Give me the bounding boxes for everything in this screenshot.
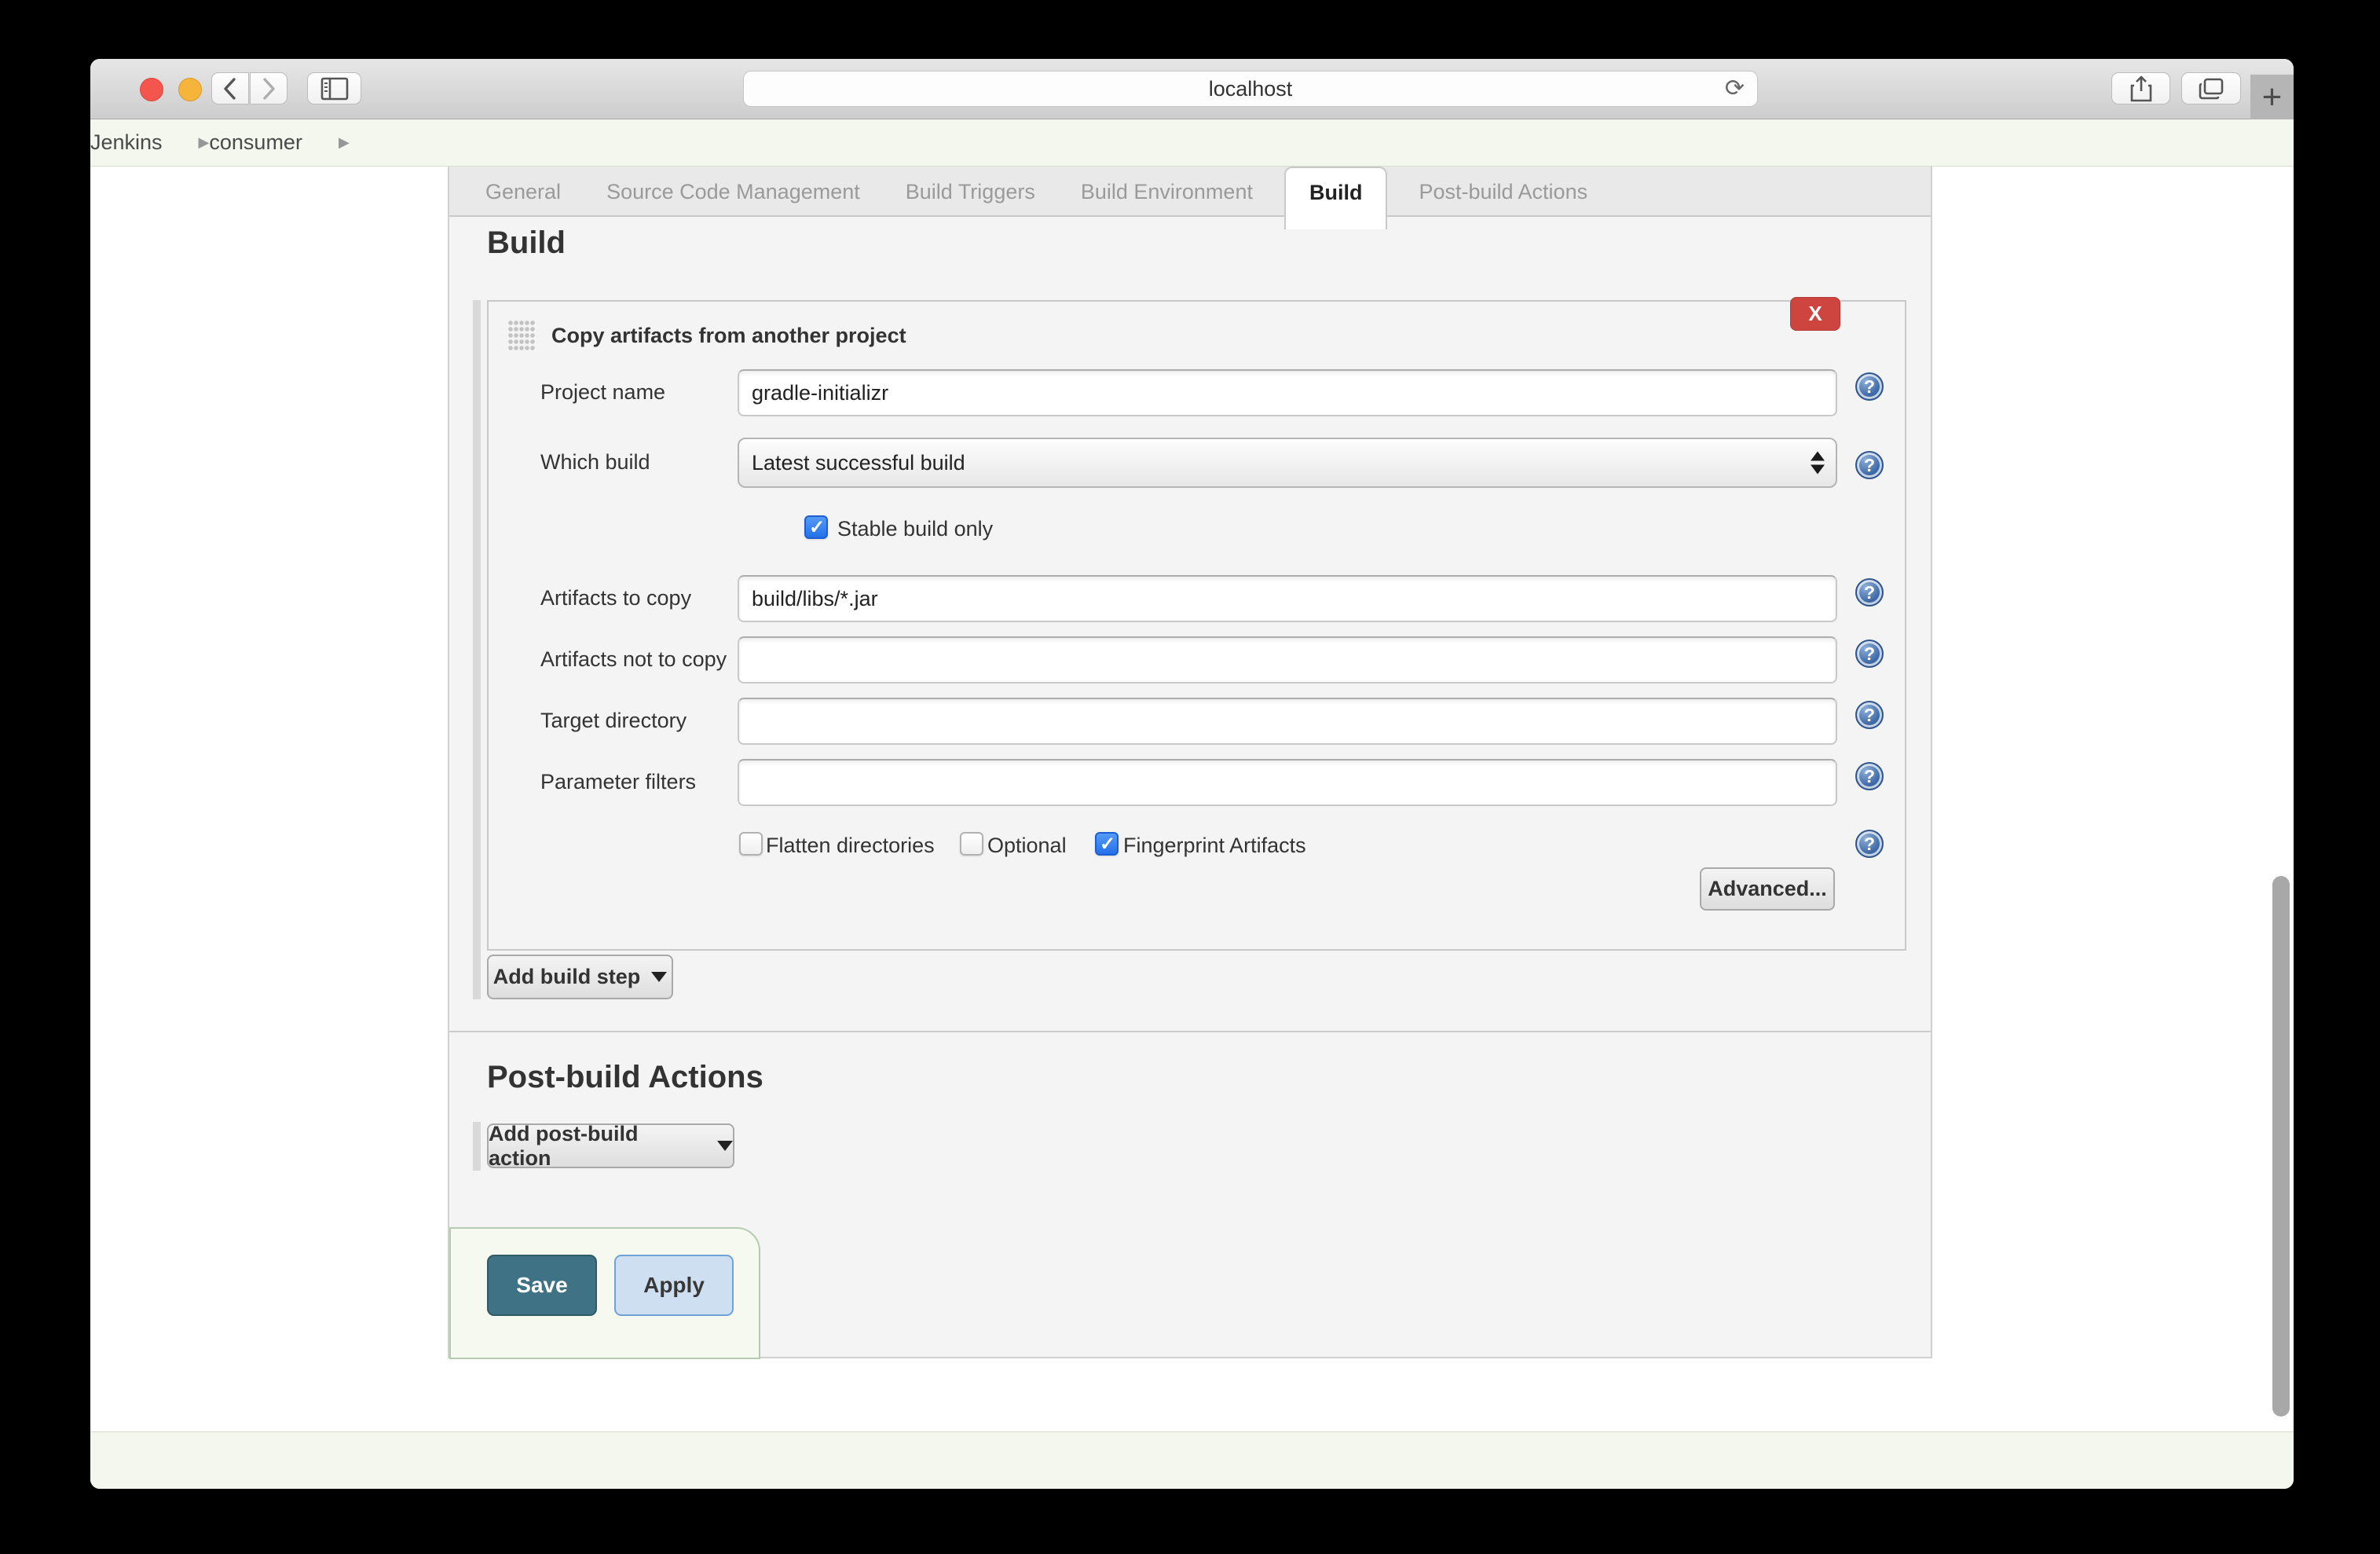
tab-source-code-management[interactable]: Source Code Management xyxy=(606,167,860,217)
sidebar-icon xyxy=(320,77,349,101)
save-button-label: Save xyxy=(516,1273,568,1297)
url-text: localhost xyxy=(1208,76,1293,101)
fingerprint-artifacts-label: Fingerprint Artifacts xyxy=(1123,834,1306,857)
breadcrumb-separator-icon: ▶ xyxy=(338,134,350,150)
project-name-label: Project name xyxy=(540,380,666,404)
help-icon[interactable]: ? xyxy=(1855,372,1884,401)
close-window-button[interactable] xyxy=(140,77,163,101)
minimize-window-button[interactable] xyxy=(178,77,202,101)
breadcrumb-jenkins[interactable]: Jenkins xyxy=(90,130,163,155)
save-button[interactable]: Save xyxy=(487,1255,597,1316)
desktop-background: localhost ⟳ + Jenkins ▶ consumer ▶ Gener… xyxy=(0,0,2380,1554)
config-content-area: General Source Code Management Build Tri… xyxy=(448,167,1932,1358)
drag-handle-icon[interactable] xyxy=(508,321,535,352)
tab-general[interactable]: General xyxy=(485,167,561,217)
tab-build-label: Build xyxy=(1309,181,1363,204)
forward-icon xyxy=(258,77,279,101)
tabs-overview-icon xyxy=(2198,77,2224,101)
vertical-scrollbar[interactable] xyxy=(2272,876,2290,1417)
tab-build-active[interactable]: Build xyxy=(1283,167,1388,229)
help-icon[interactable]: ? xyxy=(1855,762,1884,790)
build-section-heading: Build xyxy=(487,225,566,260)
plus-icon: + xyxy=(2261,77,2283,116)
which-build-value: Latest successful build xyxy=(752,450,965,475)
config-tabbar: General Source Code Management Build Tri… xyxy=(449,167,1931,229)
build-step-title: Copy artifacts from another project xyxy=(551,324,906,347)
post-build-section-heading: Post-build Actions xyxy=(487,1060,763,1094)
save-apply-sticker: Save Apply xyxy=(449,1227,760,1359)
build-step-panel: Copy artifacts from another project X Pr… xyxy=(487,297,1906,951)
target-directory-label: Target directory xyxy=(540,709,687,732)
parameter-filters-label: Parameter filters xyxy=(540,770,697,793)
help-icon[interactable]: ? xyxy=(1855,640,1884,668)
advanced-button[interactable]: Advanced... xyxy=(1700,867,1835,911)
help-icon[interactable]: ? xyxy=(1855,578,1884,607)
stable-build-only-label: Stable build only xyxy=(837,517,994,541)
add-build-step-button[interactable]: Add build step xyxy=(487,955,673,999)
help-icon[interactable]: ? xyxy=(1855,830,1884,858)
delete-build-step-button[interactable]: X xyxy=(1790,297,1840,331)
show-tabs-button[interactable] xyxy=(2181,72,2241,104)
share-icon xyxy=(2130,75,2152,102)
artifacts-not-to-copy-input[interactable] xyxy=(738,636,1837,684)
reload-icon[interactable]: ⟳ xyxy=(1725,75,1745,102)
breadcrumb: Jenkins ▶ consumer ▶ xyxy=(90,119,2294,167)
back-button[interactable] xyxy=(211,72,249,104)
tab-build-triggers[interactable]: Build Triggers xyxy=(906,167,1035,217)
share-button[interactable] xyxy=(2111,72,2170,104)
which-build-select[interactable]: Latest successful build xyxy=(738,438,1837,488)
breadcrumb-consumer[interactable]: consumer xyxy=(209,130,302,155)
optional-checkbox[interactable] xyxy=(960,832,983,856)
apply-button-label: Apply xyxy=(643,1273,705,1297)
browser-window: localhost ⟳ + Jenkins ▶ consumer ▶ Gener… xyxy=(90,59,2294,1489)
back-icon xyxy=(220,77,240,101)
advanced-button-label: Advanced... xyxy=(1708,877,1827,900)
page-body: General Source Code Management Build Tri… xyxy=(90,167,2294,1431)
artifacts-not-to-copy-label: Artifacts not to copy xyxy=(540,647,727,671)
close-x-label: X xyxy=(1808,302,1822,325)
fingerprint-artifacts-checkbox[interactable] xyxy=(1095,832,1119,856)
parameter-filters-input[interactable] xyxy=(738,759,1837,806)
breadcrumb-separator-icon: ▶ xyxy=(198,134,210,150)
project-name-input[interactable] xyxy=(738,369,1837,416)
add-post-build-action-label: Add post-build action xyxy=(489,1121,639,1170)
which-build-label: Which build xyxy=(540,450,650,474)
flatten-directories-label: Flatten directories xyxy=(766,834,935,857)
flatten-directories-checkbox[interactable] xyxy=(739,832,763,856)
add-post-build-action-button[interactable]: Add post-build action xyxy=(487,1121,734,1170)
address-bar[interactable]: localhost ⟳ xyxy=(743,71,1758,107)
target-directory-input[interactable] xyxy=(738,698,1837,745)
sidebar-button[interactable] xyxy=(307,72,361,104)
help-icon[interactable]: ? xyxy=(1855,451,1884,479)
help-icon[interactable]: ? xyxy=(1855,701,1884,729)
tab-build-environment[interactable]: Build Environment xyxy=(1081,167,1253,217)
forward-button[interactable] xyxy=(250,72,287,104)
post-build-drag-strip xyxy=(473,1122,481,1171)
stable-build-only-checkbox[interactable] xyxy=(804,515,828,539)
apply-button[interactable]: Apply xyxy=(614,1255,734,1316)
section-divider xyxy=(449,1031,1931,1032)
select-arrows-icon xyxy=(1811,451,1825,475)
tab-post-build-actions[interactable]: Post-build Actions xyxy=(1419,167,1587,217)
page-footer xyxy=(90,1431,2294,1489)
artifacts-to-copy-input[interactable] xyxy=(738,575,1837,622)
artifacts-to-copy-label: Artifacts to copy xyxy=(540,586,692,610)
optional-label: Optional xyxy=(987,834,1067,857)
dropdown-caret-icon xyxy=(717,1141,733,1151)
build-step-drag-strip[interactable] xyxy=(473,300,481,999)
dropdown-caret-icon xyxy=(651,972,668,982)
browser-toolbar: localhost ⟳ + xyxy=(90,59,2294,119)
new-tab-button[interactable]: + xyxy=(2250,75,2294,119)
add-build-step-label: Add build step xyxy=(492,965,641,988)
